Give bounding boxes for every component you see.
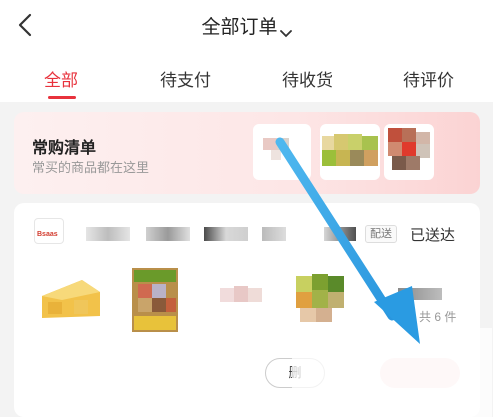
top-bar: 全部订单 (0, 0, 493, 50)
frequent-purchases-title: 常购清单 (32, 140, 97, 157)
frequent-product-thumbnail[interactable] (384, 124, 434, 180)
product-price-blurred (398, 288, 442, 300)
order-status: 已送达 (410, 227, 456, 244)
frequent-product-thumbnail[interactable] (320, 124, 380, 180)
store-name-blurred (204, 227, 248, 241)
product-image-vegetable[interactable] (290, 268, 352, 330)
store-name-blurred (324, 227, 356, 241)
blurred-overlay (292, 328, 492, 417)
store-logo: Bsaas (34, 218, 64, 244)
order-tabs: 全部 待支付 待收货 待评价 (0, 50, 493, 102)
frequent-purchases-subtitle: 常买的商品都在这里 (32, 160, 150, 175)
tab-pending-review[interactable]: 待评价 (403, 66, 454, 91)
tab-pending-payment[interactable]: 待支付 (160, 66, 211, 91)
store-name-blurred (262, 227, 286, 241)
store-name-blurred (86, 227, 130, 241)
product-image-snack-bag[interactable] (130, 266, 180, 334)
item-count: 共 6 件 (419, 310, 457, 324)
delivery-badge: 配送 (365, 225, 397, 243)
store-name-blurred (146, 227, 190, 241)
frequent-product-thumbnail[interactable] (253, 124, 311, 180)
order-filter-dropdown[interactable]: 全部订单 (0, 12, 493, 39)
tab-pending-receipt[interactable]: 待收货 (282, 66, 333, 91)
active-tab-indicator (48, 96, 76, 99)
product-image-blurred[interactable] (218, 280, 266, 320)
tab-all[interactable]: 全部 (44, 66, 78, 91)
chevron-down-icon (279, 23, 292, 38)
page-title: 全部订单 (201, 17, 278, 38)
product-image-cheese[interactable] (38, 270, 104, 330)
